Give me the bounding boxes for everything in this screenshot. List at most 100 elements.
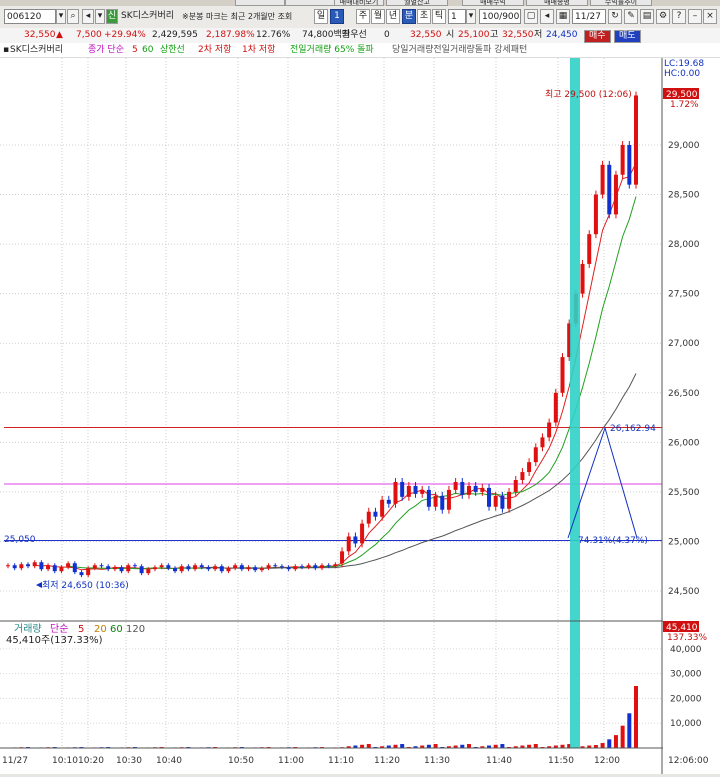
quote-bar: 32,550 ▲ 7,500 +29.94% 2,429,595 2,187.9… [0,28,720,44]
price-tick-label: 26,500 [668,389,700,399]
candle-body [79,572,83,575]
interval-input[interactable]: 1 [448,9,466,24]
price-tick-label: 25,500 [668,488,700,498]
candle-body [133,565,137,566]
candle-body [193,565,197,569]
candle-body [226,568,230,571]
settings-icon[interactable]: ⚙ [656,9,670,24]
candle-body [561,357,565,393]
candle-body [100,565,104,566]
price-tick-label: 27,000 [668,339,700,349]
candle-body [253,567,257,570]
refresh-icon[interactable]: ↻ [608,9,622,24]
candle-body [634,95,638,184]
time-tick-label: 12:00 [594,756,620,766]
candle-body [73,563,77,572]
chart-area[interactable]: 29,00028,50028,00027,50027,00026,50026,0… [0,58,720,774]
volume-bar [500,744,504,748]
volume-bar [400,744,404,748]
candle-body [594,195,598,235]
interval-dropdown-icon[interactable]: ▾ [466,9,476,24]
price-tick-label: 24,500 [668,587,700,597]
volume-bar [634,686,638,748]
volume-bar [467,744,471,748]
low-label: 저 [534,28,542,43]
candle-body [414,486,418,494]
menu-dropdown-icon[interactable]: ▾ [95,9,105,24]
last-price-label: 29,500 [666,90,698,100]
candle-body [347,536,351,551]
period-second[interactable]: 초 [417,9,431,24]
minimize-icon[interactable]: – [688,9,702,24]
last-pct-label: 1.72% [670,100,699,110]
notice-text: ※분봉 마크는 최근 2개월만 조회 [180,9,310,24]
stock-name: SK디스커버리 [119,9,179,24]
candle-body [247,567,251,569]
hc-label: HC:0.00 [664,69,700,79]
legend-upper: 상한선 [160,43,185,57]
volume-bar [534,744,538,748]
candle-body [587,234,591,264]
speaker-icon[interactable]: ◂ [82,9,94,24]
up-arrow-icon: ▲ [56,28,63,43]
time-tick-label: 12:06:00 [668,756,709,766]
period-minute[interactable]: 분 [402,9,416,24]
candle-body [33,562,37,566]
close-icon[interactable]: × [703,9,717,24]
search-icon[interactable]: ⌕ [67,9,79,24]
code-dropdown-icon[interactable]: ▾ [56,9,66,24]
date-input[interactable]: 11/27 [572,9,606,24]
candle-body [59,567,63,571]
candle-body [353,536,357,543]
candle-body [53,565,57,571]
help-icon[interactable]: ? [672,9,686,24]
period-1[interactable]: 1 [330,9,344,24]
candle-body [200,565,204,567]
checkbox-icon[interactable]: ▢ [524,9,538,24]
candle-body [120,567,124,571]
candle-body [460,482,464,495]
prev-icon[interactable]: ◂ [540,9,554,24]
volume-bar [601,743,605,748]
max-price-label: 최고 29,500 (12:06) [545,89,632,100]
candle-body [113,567,117,569]
period-tick[interactable]: 틱 [432,9,446,24]
period-monthly[interactable]: 월 [371,9,385,24]
highlight-band [570,58,580,748]
volume-bar [607,739,611,748]
sell-button[interactable]: 매도 [614,30,641,43]
time-tick-label: 11:00 [278,756,304,766]
price-chart-svg: 29,00028,50028,00027,50027,00026,50026,0… [0,58,720,774]
credit-badge: 신 [106,9,118,24]
candle-body [93,565,97,568]
amount-label: 최우선 [342,28,367,43]
candle-body [166,565,170,568]
stock-code-input[interactable]: 006120 [4,9,56,24]
time-tick-label: 11:50 [548,756,574,766]
print-icon[interactable]: ▤ [640,9,654,24]
lc-label: LC:19.68 [664,59,704,69]
legend-first-resistance: 1차 저항 [242,43,275,57]
candle-body [240,565,244,569]
volume-bar [614,735,618,748]
candle-body [581,264,585,294]
period-daily[interactable]: 일 [314,9,328,24]
candle-body [547,423,551,438]
candle-body [520,472,524,480]
buy-button[interactable]: 매수 [584,30,611,43]
pivot-diff-label: 74.31%(4.37%) [578,536,648,546]
candle-body [260,568,264,570]
calendar-icon[interactable]: ▦ [556,9,570,24]
count-input[interactable]: 100/900 [479,9,521,24]
candle-body [420,490,424,494]
candle-body [454,482,458,490]
open-label: 시 [446,28,454,43]
tool-icon[interactable]: ✎ [624,9,638,24]
chart-settings-icon[interactable]: ▪ [3,43,9,57]
period-weekly[interactable]: 주 [356,9,370,24]
min-price-label: 최저 24,650 (10:36) [42,580,129,591]
candle-body [153,567,157,569]
price-change: 7,500 [76,28,102,43]
period-yearly[interactable]: 년 [386,9,400,24]
candle-body [427,490,431,507]
